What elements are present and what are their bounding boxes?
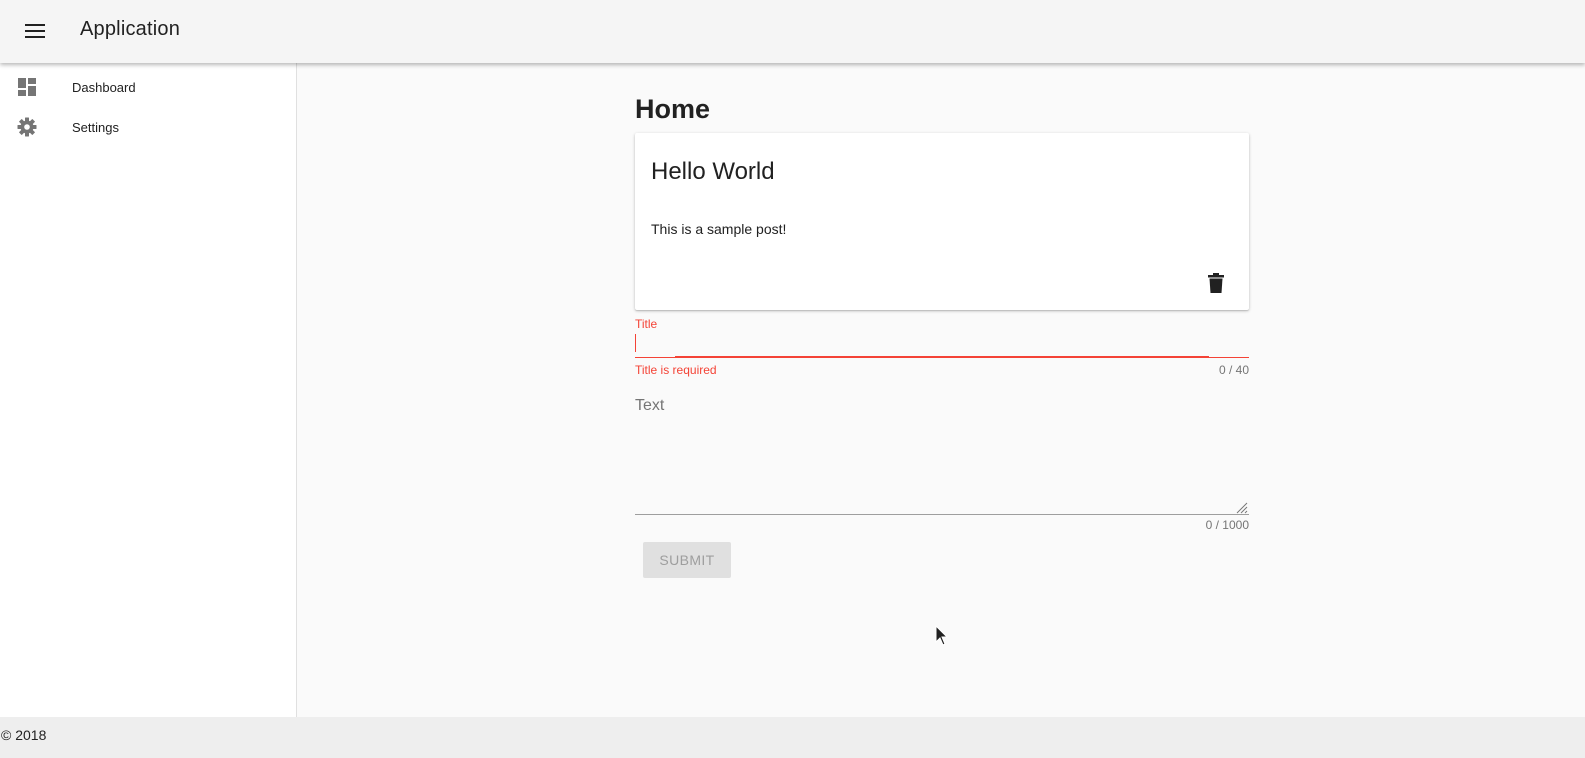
text-underline: [635, 514, 1249, 515]
sidebar-item-label: Settings: [72, 119, 119, 135]
delete-button[interactable]: [1198, 267, 1234, 303]
sidebar-item-settings[interactable]: Settings: [0, 107, 296, 147]
title-label: Title: [635, 317, 658, 331]
app-toolbar: Application: [0, 0, 1585, 63]
text-caret: [635, 334, 636, 352]
title-input[interactable]: [635, 333, 1249, 355]
title-char-counter: 0 / 40: [1218, 363, 1249, 377]
dashboard-icon: [17, 77, 37, 97]
post-card: Hello World This is a sample post!: [635, 133, 1249, 310]
sidebar-item-dashboard[interactable]: Dashboard: [0, 67, 296, 107]
submit-button[interactable]: SUBMIT: [643, 542, 731, 578]
title-field: Title Title is required 0 / 40: [635, 315, 1249, 379]
title-error-message: Title is required: [635, 363, 717, 377]
resize-handle-icon[interactable]: [1236, 501, 1248, 514]
sidebar-item-label: Dashboard: [72, 79, 136, 95]
footer: © 2018: [0, 717, 1585, 758]
text-field: Text 0 / 1000: [635, 395, 1249, 535]
text-char-counter: 0 / 1000: [1205, 518, 1249, 532]
text-placeholder: Text: [635, 397, 665, 414]
gear-icon: [17, 117, 37, 137]
menu-icon[interactable]: [22, 18, 48, 44]
delete-icon: [1208, 272, 1224, 298]
post-body: This is a sample post!: [651, 221, 787, 237]
sidenav: Dashboard Settings: [0, 63, 297, 717]
title-underline-focus: [675, 356, 1209, 358]
post-title: Hello World: [651, 158, 775, 185]
copyright-text: © 2018: [1, 727, 47, 743]
mouse-pointer-icon: [935, 624, 949, 647]
app-title: Application: [80, 18, 181, 40]
page-title: Home: [635, 94, 711, 124]
text-textarea[interactable]: [635, 419, 1249, 509]
